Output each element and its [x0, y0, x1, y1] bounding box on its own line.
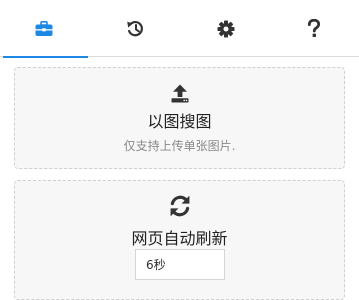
image-search-title: 以图搜图	[147, 112, 212, 131]
history-icon	[126, 20, 145, 38]
tab-settings[interactable]	[182, 0, 270, 57]
image-search-card[interactable]: 以图搜图 仅支持上传单张图片.	[14, 67, 345, 169]
tab-help[interactable]	[270, 0, 358, 57]
question-icon	[307, 19, 321, 38]
tab-history[interactable]	[91, 0, 179, 57]
gear-icon	[217, 20, 235, 38]
image-search-subtitle: 仅支持上传单张图片.	[123, 139, 236, 153]
upload-icon	[15, 84, 344, 103]
toolbox-icon	[35, 20, 53, 37]
auto-refresh-title: 网页自动刷新	[131, 229, 228, 248]
auto-refresh-card: 网页自动刷新	[14, 180, 345, 300]
tab-bar	[0, 0, 359, 58]
tab-toolbox[interactable]	[0, 0, 88, 58]
refresh-icon[interactable]	[15, 194, 344, 218]
refresh-interval-input[interactable]	[135, 249, 225, 280]
